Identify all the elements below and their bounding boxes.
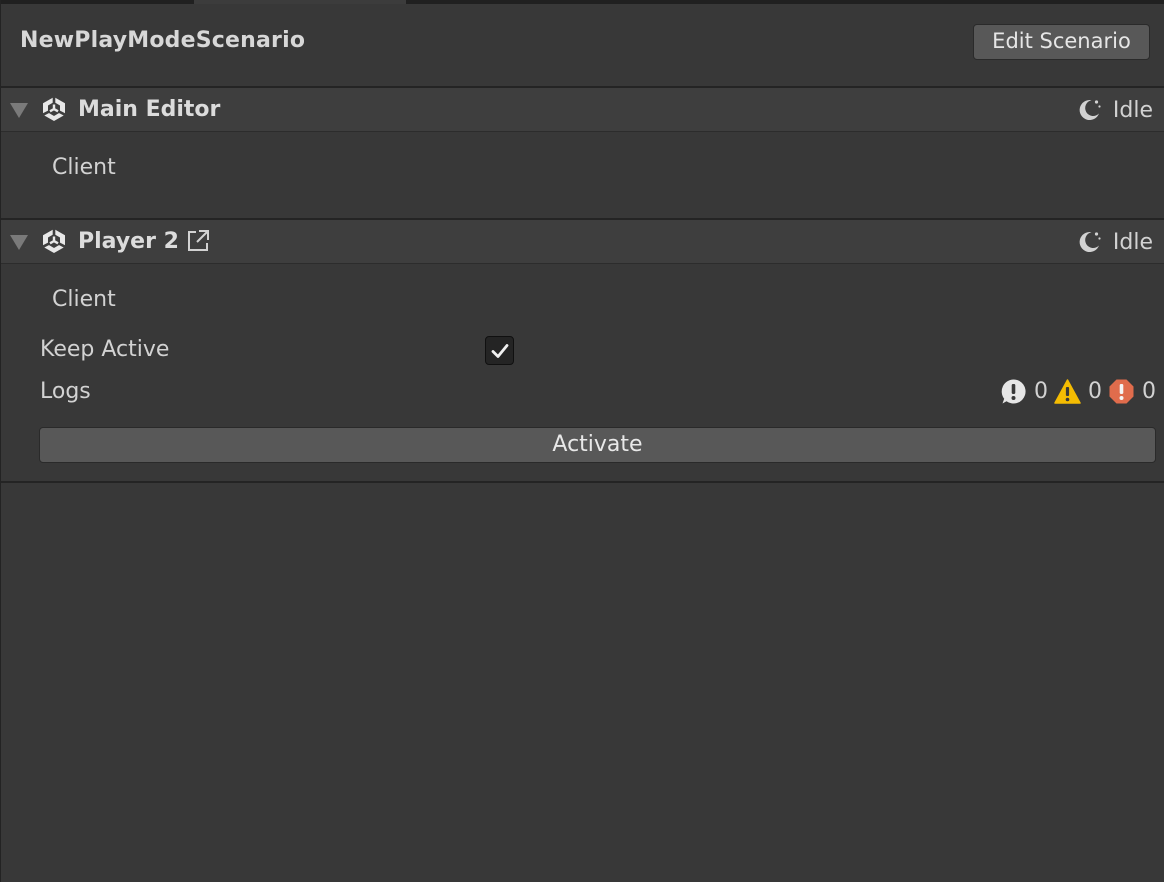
foldout-arrow-icon[interactable] xyxy=(10,235,28,250)
instance-status: Idle xyxy=(1076,96,1153,124)
foldout-arrow-icon[interactable] xyxy=(10,103,28,118)
log-counters: 0 0 0 xyxy=(1000,376,1156,406)
warning-log-count: 0 xyxy=(1088,378,1102,404)
unity-icon xyxy=(42,97,66,121)
logs-label: Logs xyxy=(40,379,91,404)
scenario-header: NewPlayModeScenario Edit Scenario xyxy=(1,4,1164,86)
info-log-icon[interactable] xyxy=(1000,378,1027,405)
section-divider xyxy=(1,481,1164,483)
status-text: Idle xyxy=(1112,229,1153,255)
error-log-count: 0 xyxy=(1142,378,1156,404)
moon-icon xyxy=(1079,100,1101,121)
instance-body-main-editor: Client xyxy=(1,133,1164,219)
role-label: Client xyxy=(52,287,116,312)
activate-button[interactable]: Activate xyxy=(39,427,1156,463)
instance-header-main-editor[interactable]: Main Editor Idle xyxy=(1,86,1164,132)
edit-scenario-button[interactable]: Edit Scenario xyxy=(973,24,1150,60)
warning-log-icon[interactable] xyxy=(1054,378,1081,405)
moon-icon xyxy=(1079,232,1101,253)
keep-active-checkbox[interactable] xyxy=(485,336,514,365)
play-mode-scenario-window: NewPlayModeScenario Edit Scenario Main E… xyxy=(0,0,1164,882)
instance-name: Player 2 xyxy=(78,229,179,254)
instance-name: Main Editor xyxy=(78,97,221,122)
status-text: Idle xyxy=(1112,97,1153,123)
info-log-count: 0 xyxy=(1034,378,1048,404)
external-link-icon[interactable] xyxy=(186,229,210,253)
scenario-title: NewPlayModeScenario xyxy=(20,28,306,53)
error-log-icon[interactable] xyxy=(1108,378,1135,405)
instance-header-player-2[interactable]: Player 2 Idle xyxy=(1,218,1164,264)
role-label: Client xyxy=(52,155,116,180)
keep-active-label: Keep Active xyxy=(40,337,170,362)
unity-icon xyxy=(42,229,66,253)
checkmark-icon xyxy=(491,344,509,358)
instance-status: Idle xyxy=(1076,228,1153,256)
